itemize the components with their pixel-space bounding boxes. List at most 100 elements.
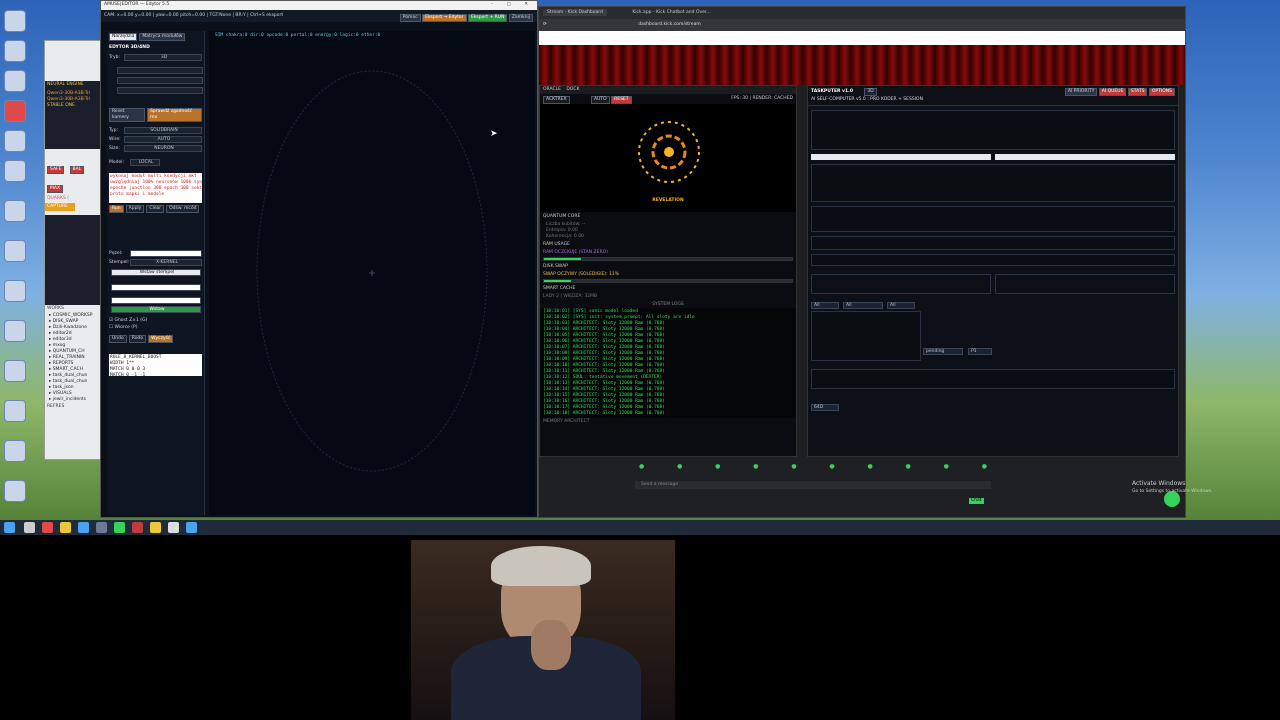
taskbar-app-icon[interactable] [168, 522, 179, 533]
address-bar[interactable]: ⟳ dashboard.kick.com/stream [539, 19, 1185, 31]
emote-icon[interactable]: ● [867, 463, 872, 471]
task-list[interactable] [811, 311, 921, 361]
desktop-icon[interactable] [4, 160, 26, 182]
capture-button[interactable]: CAPTURE [45, 203, 75, 211]
mode-select[interactable]: 3D [864, 88, 877, 96]
chat-input[interactable]: Send a message [635, 481, 991, 489]
editor-canvas[interactable]: SIM chakra:0 dir:0 opcode:0 portal:0 ene… [209, 31, 535, 515]
taskbar-app-icon[interactable] [132, 522, 143, 533]
slider-field[interactable] [117, 67, 203, 74]
clear-button[interactable]: Clear [146, 205, 165, 213]
safe-button[interactable]: SAFE [47, 166, 65, 174]
taskbar-app-icon[interactable] [60, 522, 71, 533]
auto-button[interactable]: AUTO [590, 96, 610, 104]
task-prompt[interactable] [811, 236, 1175, 250]
check-sequence-button[interactable]: Sprawdź zgodność mx [147, 108, 202, 122]
task-input-field[interactable] [995, 154, 1175, 160]
refresh-icon[interactable]: ⟳ [543, 22, 547, 27]
desktop-icon[interactable] [4, 320, 26, 342]
filter-select[interactable]: All [811, 302, 839, 309]
start-icon[interactable] [4, 522, 15, 533]
taskbar-app-icon[interactable] [42, 522, 53, 533]
tab-kick-dashboard[interactable]: Stream - Kick Dashboard [543, 9, 607, 16]
desktop-icon[interactable] [4, 70, 26, 92]
tab-module-matrix[interactable]: Matryca modułów [139, 33, 186, 41]
emote-icon[interactable]: ● [791, 463, 796, 471]
emote-icon[interactable]: ● [715, 463, 720, 471]
wire-checkbox[interactable]: ☐ Wiorce (P) [107, 324, 204, 332]
stamp-string-input[interactable] [111, 284, 201, 291]
reset-camera-button[interactable]: Reset kamery [109, 108, 146, 122]
close-button[interactable]: Zamknij [508, 14, 533, 22]
size-select[interactable]: NEURON [124, 145, 202, 152]
desktop-icon[interactable] [4, 40, 26, 62]
reset-button[interactable]: RESET [611, 96, 632, 104]
apply-button[interactable]: Apply [125, 205, 145, 213]
desktop-icon[interactable] [4, 10, 26, 32]
taskputer-tab[interactable]: AI QUEUE [1098, 88, 1127, 96]
taskputer-tab[interactable]: STATS [1127, 88, 1148, 96]
wire-select[interactable]: AUTO [124, 136, 202, 143]
insert-stamp-button[interactable]: Wstaw stempel [111, 269, 201, 276]
help-button[interactable]: Pomoc [399, 14, 421, 22]
max-button[interactable]: MAX [47, 185, 64, 193]
priority-select[interactable]: P1 [968, 348, 993, 355]
redo-button[interactable]: Redo [128, 335, 147, 343]
slider-field[interactable] [117, 77, 203, 84]
type-select[interactable]: SOLIDBRAIN [124, 127, 202, 134]
filter-select[interactable]: All [887, 302, 915, 309]
refresh-mcode-button[interactable]: Odśw. mcód [166, 205, 200, 213]
taskputer-tab[interactable]: OPTIONS [1148, 88, 1175, 96]
desktop-icon[interactable] [4, 480, 26, 502]
acktrex-button[interactable]: ACKTREX [543, 96, 570, 104]
taskbar-app-icon[interactable] [24, 522, 35, 533]
emote-icon[interactable]: ● [982, 463, 987, 471]
brush-field[interactable] [130, 250, 202, 257]
tab-dock[interactable]: DOCK [566, 87, 579, 92]
status-select[interactable]: pending [923, 348, 963, 355]
undo-button[interactable]: Undo [109, 335, 127, 343]
taskbar-app-icon[interactable] [96, 522, 107, 533]
desktop-icon[interactable] [4, 360, 26, 382]
ghost-checkbox[interactable]: ☑ Ghost Z±1 (G) [107, 315, 204, 324]
task-input-field[interactable] [811, 154, 991, 160]
chat-send-button[interactable]: Chat [969, 498, 984, 504]
insert-button[interactable]: Wstaw [111, 306, 201, 313]
emote-icon[interactable]: ● [753, 463, 758, 471]
bottom-select[interactable]: 64D [811, 404, 839, 411]
desktop-icon[interactable] [4, 280, 26, 302]
desktop-icon[interactable] [4, 100, 26, 122]
taskbar-app-icon[interactable] [78, 522, 89, 533]
desktop-icon[interactable] [4, 130, 26, 152]
window-controls[interactable]: – ▢ ✕ [491, 2, 534, 8]
export-editor-button[interactable]: Eksport → Edytor [422, 14, 467, 22]
refresh-button[interactable]: REFRES [45, 403, 105, 411]
model-select[interactable]: LOCAL [130, 159, 160, 166]
emote-icon[interactable]: ● [906, 463, 911, 471]
export-run-button[interactable]: Eksport + RUN [467, 14, 508, 22]
bal-button[interactable]: BAL [69, 166, 85, 174]
slider-field[interactable] [117, 87, 203, 94]
taskbar-app-icon[interactable] [114, 522, 125, 533]
emote-icon[interactable]: ● [639, 463, 644, 471]
emote-icon[interactable]: ● [944, 463, 949, 471]
clear-all-button[interactable]: Wyczyść [148, 335, 174, 343]
emote-icon[interactable]: ● [677, 463, 682, 471]
insert-field[interactable] [111, 297, 201, 304]
console-input[interactable]: wykonaj moduł multi kondycji mkt uwzględ… [109, 173, 202, 203]
emote-icon[interactable]: ● [829, 463, 834, 471]
tab-oracle[interactable]: ORACLE [543, 87, 561, 92]
tab-tools[interactable]: Narzędzia [109, 33, 138, 41]
mode-select[interactable]: 3D [124, 54, 202, 61]
filter-select[interactable]: All [843, 302, 883, 309]
taskbar-app-icon[interactable] [186, 522, 197, 533]
run-button[interactable]: Run [109, 205, 124, 213]
desktop-icon[interactable] [4, 440, 26, 462]
desktop-icon[interactable] [4, 240, 26, 262]
taskbar-app-icon[interactable] [150, 522, 161, 533]
taskputer-tab[interactable]: AI PRIORITY [1064, 88, 1098, 96]
desktop-icon[interactable] [4, 200, 26, 222]
tab-kick-app[interactable]: Kick.app - Kick Chatbot and Over... [628, 9, 714, 16]
desktop-icon[interactable] [4, 400, 26, 422]
stamp-select[interactable]: X-KERNEL [130, 259, 202, 266]
